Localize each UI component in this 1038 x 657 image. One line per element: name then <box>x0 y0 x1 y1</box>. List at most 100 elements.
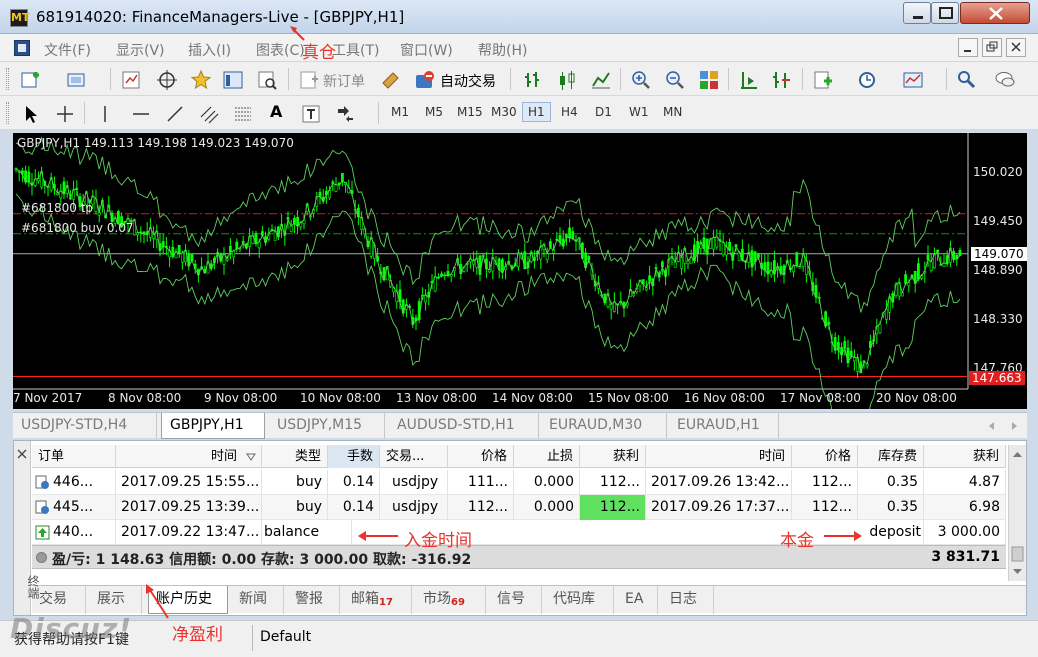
menu-tools[interactable]: 工具(T) <box>332 40 379 60</box>
timeframe-w1[interactable]: W1 <box>626 104 652 120</box>
bar-chart-icon[interactable] <box>522 69 544 91</box>
chart-canvas[interactable] <box>13 133 1027 409</box>
chart-tab[interactable]: EURAUD,M30 <box>541 413 667 439</box>
tab-scroll-arrows-icon[interactable] <box>983 419 1023 433</box>
close-terminal-icon[interactable] <box>14 445 30 463</box>
minimize-button[interactable] <box>903 2 931 24</box>
maximize-button[interactable] <box>931 2 959 24</box>
timeframe-m15[interactable]: M15 <box>454 104 486 120</box>
col-type[interactable]: 类型 <box>262 445 328 468</box>
chart-tab[interactable]: USDJPY,M15 <box>269 413 385 439</box>
tab-mailbox[interactable]: 邮箱17 <box>344 586 412 614</box>
table-row[interactable]: 440... 2017.09.22 13:47... balance depos… <box>32 520 1006 545</box>
text-tool-icon[interactable]: A <box>270 102 282 121</box>
indicators-icon[interactable] <box>812 69 834 91</box>
table-row[interactable]: 446... 2017.09.25 15:55... buy 0.14 usdj… <box>32 470 1006 495</box>
tab-signals[interactable]: 信号 <box>490 586 542 614</box>
timeframe-d1[interactable]: D1 <box>592 104 615 120</box>
tab-alerts[interactable]: 警报 <box>288 586 340 614</box>
col-close-time[interactable]: 时间 <box>646 445 792 468</box>
chart-window-icon[interactable] <box>14 40 30 56</box>
arrows-icon[interactable] <box>334 103 356 125</box>
toolbar-grip[interactable] <box>6 102 9 124</box>
tab-code-base[interactable]: 代码库 <box>546 586 614 614</box>
col-order[interactable]: 订单 <box>32 445 116 468</box>
tab-label: 账户历史 <box>156 591 212 607</box>
menu-window[interactable]: 窗口(W) <box>400 40 453 60</box>
auto-trading-icon[interactable] <box>414 69 436 91</box>
profiles-icon[interactable] <box>66 69 88 91</box>
menu-help[interactable]: 帮助(H) <box>478 40 527 60</box>
templates-icon[interactable] <box>902 69 924 91</box>
close-button[interactable] <box>960 2 1030 24</box>
new-chart-icon[interactable] <box>20 69 42 91</box>
vertical-line-icon[interactable] <box>94 103 116 125</box>
col-sl[interactable]: 止损 <box>514 445 580 468</box>
tab-experts[interactable]: EA <box>618 586 658 614</box>
crosshair-navigator-icon[interactable] <box>156 69 178 91</box>
col-price[interactable]: 价格 <box>448 445 514 468</box>
crosshair-icon[interactable] <box>54 103 76 125</box>
line-chart-icon[interactable] <box>590 69 612 91</box>
price-chart[interactable]: GBPJPY,H1 149.113 149.198 149.023 149.07… <box>13 133 1027 409</box>
mdi-restore-button[interactable] <box>982 38 1002 57</box>
col-profit[interactable]: 获利 <box>924 445 1006 468</box>
col-swap[interactable]: 库存费 <box>858 445 924 468</box>
zoom-out-icon[interactable] <box>664 69 686 91</box>
terminal-window-icon[interactable] <box>222 69 244 91</box>
chart-tab[interactable]: EURAUD,H1 <box>669 413 779 439</box>
candle-body <box>568 227 572 239</box>
col-symbol[interactable]: 交易... <box>380 445 448 468</box>
trendline-icon[interactable] <box>164 103 186 125</box>
auto-scroll-icon[interactable] <box>738 69 760 91</box>
favorites-star-icon[interactable] <box>190 69 212 91</box>
vertical-scrollbar[interactable] <box>1008 445 1026 581</box>
tab-news[interactable]: 新闻 <box>232 586 284 614</box>
periods-clock-icon[interactable] <box>856 69 878 91</box>
menu-charts[interactable]: 图表(C) <box>256 40 305 60</box>
new-order-button[interactable]: 新订单 <box>323 71 365 91</box>
metaeditor-icon[interactable] <box>380 69 402 91</box>
timeframe-h4[interactable]: H4 <box>558 104 581 120</box>
timeframe-h1[interactable]: H1 <box>522 102 551 122</box>
chart-tab[interactable]: AUDUSD-STD,H1 <box>389 413 539 439</box>
chart-shift-icon[interactable] <box>770 69 792 91</box>
tab-account-history[interactable]: 账户历史 <box>148 586 228 614</box>
tab-market[interactable]: 市场69 <box>416 586 486 614</box>
menu-file[interactable]: 文件(F) <box>44 40 91 60</box>
menu-view[interactable]: 显示(V) <box>116 40 165 60</box>
tab-journal[interactable]: 日志 <box>662 586 714 614</box>
chat-bubble-icon[interactable] <box>994 69 1016 91</box>
candlestick-chart-icon[interactable] <box>556 69 578 91</box>
tab-exposure[interactable]: 展示 <box>90 586 142 614</box>
mdi-close-button[interactable] <box>1006 38 1026 57</box>
table-row[interactable]: 445... 2017.09.25 13:39... buy 0.14 usdj… <box>32 495 1006 520</box>
col-lots[interactable]: 手数 <box>328 445 380 468</box>
time-tick: 10 Nov 08:00 <box>300 391 381 405</box>
col-close-price[interactable]: 价格 <box>792 445 858 468</box>
chart-tab[interactable]: USDJPY-STD,H4 <box>13 413 157 439</box>
timeframe-m5[interactable]: M5 <box>422 104 446 120</box>
search-icon[interactable] <box>956 69 978 91</box>
timeframe-mn[interactable]: MN <box>660 104 685 120</box>
market-watch-icon[interactable] <box>120 69 142 91</box>
new-order-icon[interactable] <box>298 69 320 91</box>
text-label-icon[interactable] <box>300 103 322 125</box>
mdi-minimize-button[interactable] <box>958 38 978 57</box>
horizontal-line-icon[interactable] <box>130 103 152 125</box>
fibonacci-icon[interactable] <box>232 103 254 125</box>
chart-tab-active[interactable]: GBPJPY,H1 <box>161 413 265 439</box>
cursor-arrow-icon[interactable] <box>20 103 42 125</box>
strategy-tester-icon[interactable] <box>256 69 278 91</box>
timeframe-m30[interactable]: M30 <box>488 104 520 120</box>
auto-trading-button[interactable]: 自动交易 <box>440 71 496 91</box>
col-tp[interactable]: 获利 <box>580 445 646 468</box>
equidistant-channel-icon[interactable] <box>198 103 220 125</box>
menu-insert[interactable]: 插入(I) <box>188 40 231 60</box>
order-history-icon <box>35 475 49 489</box>
zoom-in-icon[interactable] <box>630 69 652 91</box>
toolbar-grip[interactable] <box>6 68 9 90</box>
timeframe-m1[interactable]: M1 <box>388 104 412 120</box>
col-open-time[interactable]: 时间 <box>116 445 262 468</box>
tile-windows-icon[interactable] <box>698 69 720 91</box>
